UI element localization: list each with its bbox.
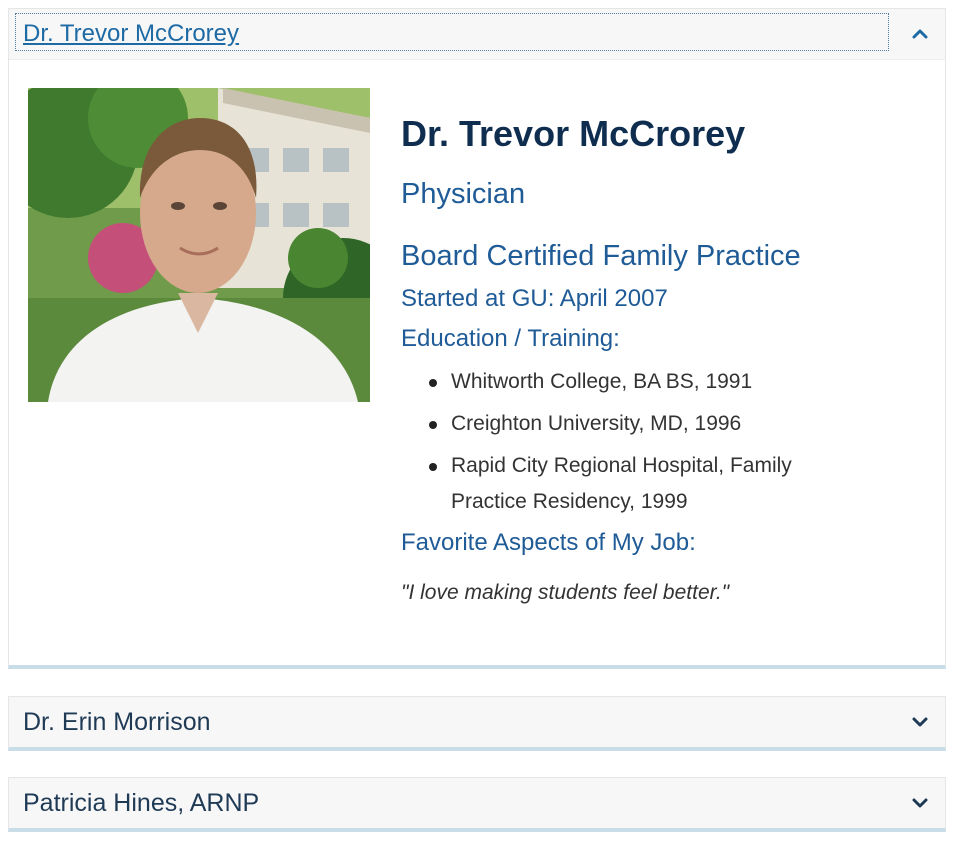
accordion-header[interactable]: Dr. Trevor McCrorey	[9, 9, 945, 59]
accordion-header-link[interactable]: Dr. Trevor McCrorey	[15, 13, 889, 51]
accordion-header[interactable]: Dr. Erin Morrison	[9, 697, 945, 747]
staff-photo	[28, 88, 370, 402]
accordion-item-trevor-mccrorey: Dr. Trevor McCrorey Dr. Trevor McCrorey …	[8, 8, 946, 669]
education-heading: Education / Training:	[401, 325, 620, 352]
education-item: Whitworth College, BA BS, 1991	[429, 364, 921, 400]
favorite-aspects-heading: Favorite Aspects of My Job:	[401, 529, 696, 556]
accordion-header-label[interactable]: Patricia Hines, ARNP	[9, 789, 259, 818]
staff-name: Dr. Trevor McCrorey	[401, 113, 746, 154]
accordion-item-patricia-hines: Patricia Hines, ARNP	[8, 777, 946, 832]
education-item: Creighton University, MD, 1996	[429, 406, 921, 442]
staff-role: Physician	[401, 178, 526, 210]
staff-info: Dr. Trevor McCrorey Physician Board Cert…	[401, 110, 921, 608]
chevron-down-icon[interactable]	[909, 792, 931, 814]
accordion-header[interactable]: Patricia Hines, ARNP	[9, 778, 945, 828]
chevron-down-icon[interactable]	[909, 711, 931, 733]
staff-accordion: Dr. Trevor McCrorey Dr. Trevor McCrorey …	[8, 8, 946, 832]
accordion-item-erin-morrison: Dr. Erin Morrison	[8, 696, 946, 751]
accordion-header-label[interactable]: Dr. Erin Morrison	[9, 708, 211, 737]
accordion-panel: Dr. Trevor McCrorey Physician Board Cert…	[9, 59, 945, 665]
staff-quote: "I love making students feel better."	[401, 581, 730, 604]
education-list: Whitworth College, BA BS, 1991 Creighton…	[429, 364, 921, 520]
chevron-up-icon[interactable]	[909, 23, 931, 45]
staff-certification: Board Certified Family Practice	[401, 240, 801, 272]
education-item: Rapid City Regional Hospital, Family Pra…	[429, 448, 809, 520]
staff-start-date: Started at GU: April 2007	[401, 285, 668, 312]
